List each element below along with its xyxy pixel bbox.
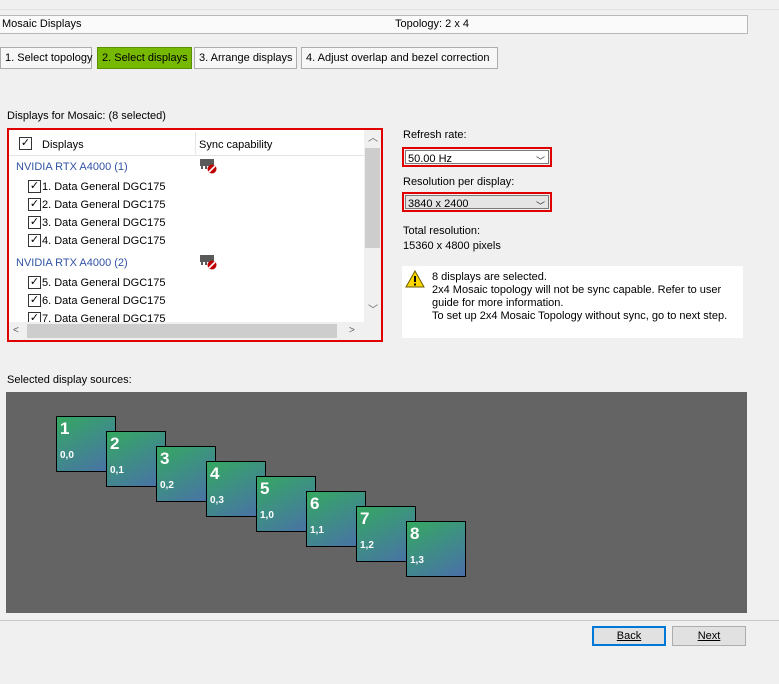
refresh-rate-label: Refresh rate: (403, 129, 467, 141)
tab-select-topology[interactable]: 1. Select topology (0, 47, 92, 69)
scroll-up-icon[interactable]: ︿ (368, 134, 378, 144)
displays-for-mosaic-label: Displays for Mosaic: (8 selected) (7, 110, 166, 122)
info-line-1: 8 displays are selected. (432, 271, 547, 283)
scroll-left-icon[interactable]: < (13, 326, 19, 336)
scroll-right-icon[interactable]: > (349, 326, 355, 336)
info-line-3: guide for more information. (432, 297, 564, 309)
warning-icon (405, 270, 425, 288)
list-header: ✓ Displays Sync capability (9, 130, 364, 156)
back-button[interactable]: Back (592, 626, 666, 646)
gpu-group-2: NVIDIA RTX A4000 (2) (16, 257, 128, 269)
resolution-select[interactable]: 3840 x 2400 ﹀ (402, 192, 552, 212)
page-title: Mosaic Displays (2, 18, 82, 30)
info-line-4: To set up 2x4 Mosaic Topology without sy… (432, 310, 728, 322)
select-all-checkbox[interactable]: ✓ (19, 137, 32, 150)
refresh-rate-select[interactable]: 50.00 Hz ﹀ (402, 147, 552, 167)
chevron-down-icon: ﹀ (535, 201, 545, 211)
resolution-label: Resolution per display: (403, 176, 515, 188)
displays-list[interactable]: ✓ Displays Sync capability NVIDIA RTX A4… (7, 128, 383, 342)
selected-sources-label: Selected display sources: (7, 374, 132, 386)
page-header: Mosaic Displays Topology: 2 x 4 (0, 15, 748, 34)
gpu-group-1: NVIDIA RTX A4000 (1) (16, 161, 128, 173)
next-button[interactable]: Next (672, 626, 746, 646)
horizontal-scrollbar[interactable]: < > (9, 322, 364, 340)
display-sources-preview[interactable]: 1 0,0 2 0,1 3 0,2 4 0,3 5 1,0 6 1,1 7 1,2 8 1,3 (6, 392, 747, 613)
total-resolution-label: Total resolution: (403, 225, 481, 237)
tab-arrange-displays[interactable]: 3. Arrange displays (194, 47, 297, 69)
hscroll-thumb[interactable] (27, 324, 337, 338)
info-message: 8 displays are selected. 2x4 Mosaic topo… (402, 266, 743, 338)
info-line-2: 2x4 Mosaic topology will not be sync cap… (432, 284, 722, 296)
topology-label: Topology: 2 x 4 (395, 18, 469, 30)
col-displays: Displays (42, 139, 84, 151)
gpu-sync-unavailable-icon (200, 159, 217, 174)
scroll-thumb[interactable] (365, 148, 380, 248)
tab-adjust-overlap[interactable]: 4. Adjust overlap and bezel correction (301, 47, 498, 69)
total-resolution-value: 15360 x 4800 pixels (403, 240, 501, 252)
display-tile[interactable]: 8 1,3 (406, 521, 466, 577)
chevron-down-icon: ﹀ (535, 156, 545, 166)
vertical-scrollbar[interactable]: ︿ ﹀ (364, 130, 381, 322)
col-sync-capability: Sync capability (199, 139, 273, 151)
refresh-rate-value: 50.00 Hz (408, 153, 453, 165)
top-border (0, 0, 779, 10)
tab-select-displays[interactable]: 2. Select displays (97, 47, 192, 69)
scroll-down-icon[interactable]: ﹀ (368, 306, 378, 316)
gpu-sync-unavailable-icon (200, 255, 217, 270)
resolution-value: 3840 x 2400 (408, 198, 469, 210)
